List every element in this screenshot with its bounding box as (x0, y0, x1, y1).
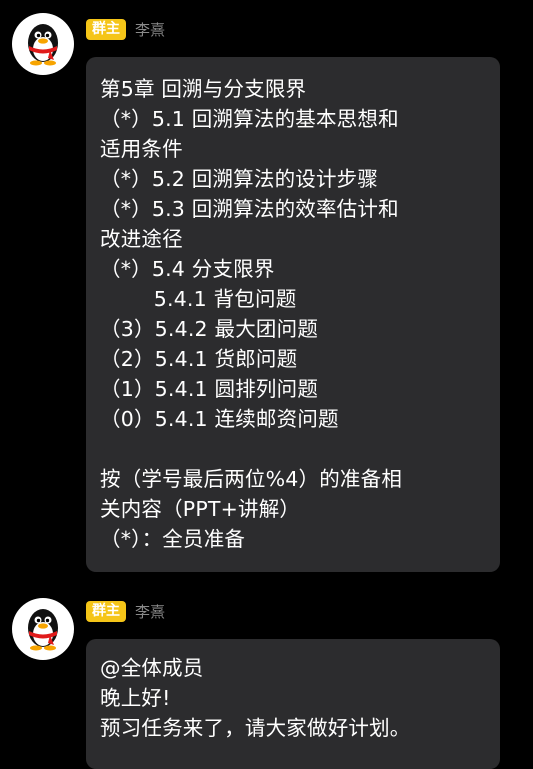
message-line: 关内容（PPT+讲解） (100, 497, 301, 521)
message-line: 晚上好! (100, 686, 171, 710)
message-line: （3）5.4.2 最大团问题 (100, 317, 319, 341)
message-line: 改进途径 (100, 227, 183, 251)
owner-badge: 群主 (86, 18, 126, 40)
sender-name[interactable]: 李熹 (135, 601, 165, 622)
message-line: 预习任务来了，请大家做好计划。 (100, 716, 411, 740)
message-line: 按（学号最后两位%4）的准备相 (100, 467, 403, 491)
message-meta: 群主 李熹 (86, 18, 165, 40)
message-bubble[interactable]: 第5章 回溯与分支限界 （*）5.1 回溯算法的基本思想和 适用条件 （*）5.… (86, 57, 500, 572)
message-line: （1）5.4.1 圆排列问题 (100, 377, 319, 401)
message-line: @全体成员 (100, 656, 204, 680)
message-line: （*）5.1 回溯算法的基本思想和 (100, 107, 399, 131)
message-line: 第5章 回溯与分支限界 (100, 77, 307, 101)
qq-penguin-icon (28, 609, 58, 651)
sender-name[interactable]: 李熹 (135, 19, 165, 40)
message-line-blank (100, 434, 486, 464)
avatar[interactable] (12, 13, 74, 75)
message-meta: 群主 李熹 (86, 600, 165, 622)
message-line: 5.4.1 背包问题 (100, 287, 297, 311)
message-line: （2）5.4.1 货郎问题 (100, 347, 298, 371)
message-bubble[interactable]: @全体成员 晚上好! 预习任务来了，请大家做好计划。 (86, 639, 500, 769)
message-line: （0）5.4.1 连续邮资问题 (100, 407, 339, 431)
message-line: （*）：全员准备 (100, 527, 246, 551)
message-line: （*）5.3 回溯算法的效率估计和 (100, 197, 399, 221)
owner-badge: 群主 (86, 600, 126, 622)
message-line: （*）5.2 回溯算法的设计步骤 (100, 167, 379, 191)
message-line: （*）5.4 分支限界 (100, 257, 275, 281)
avatar[interactable] (12, 598, 74, 660)
message-line: 适用条件 (100, 137, 183, 161)
qq-penguin-icon (28, 24, 58, 66)
